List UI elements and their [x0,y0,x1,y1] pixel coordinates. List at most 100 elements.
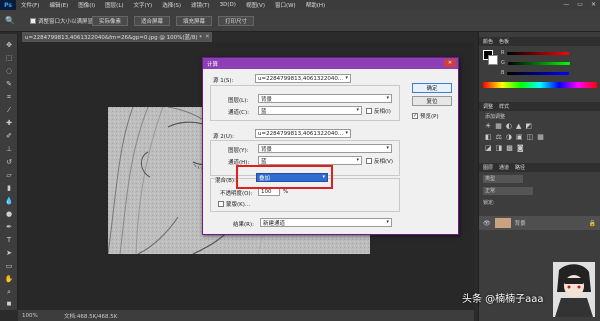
background-color-swatch[interactable] [488,55,498,65]
hand-tool-icon[interactable]: ✋ [4,274,14,284]
restore-button[interactable]: ▭ [577,1,583,8]
lasso-tool-icon[interactable]: ◌ [4,66,14,76]
document-tab[interactable]: u=2284799813,4061322040&fm=26&gp=0.jpg @… [22,32,212,42]
menu-file[interactable]: 文件(F) [16,1,44,9]
eraser-tool-icon[interactable]: ▱ [4,170,14,180]
tab-layers[interactable]: 图层 [483,164,493,171]
g-slider-track[interactable] [507,61,570,65]
layers-panel-header: 图层 通道 路径 [479,163,600,172]
zoom-level[interactable]: 100% [18,313,58,319]
source1-channel-select[interactable]: 蓝 ▾ [258,106,362,115]
source1-label: 源 1(S): [213,78,234,84]
tab-paths[interactable]: 路径 [515,164,525,171]
color-slider-g[interactable]: G [501,60,570,66]
color-spectrum-bar[interactable] [483,82,597,88]
resize-windows-option[interactable]: 调整窗口大小以满屏显示 [30,17,99,25]
gradient-tool-icon[interactable]: ▮ [4,183,14,193]
watermark-text: 头条 @楠楠子aaa [462,294,544,305]
chevron-down-icon: ▾ [386,145,389,151]
dialog-close-icon[interactable]: ✕ [444,59,456,67]
menu-filter[interactable]: 滤镜(T) [186,1,215,9]
dodge-tool-icon[interactable]: ● [4,209,14,219]
adjustment-icons-row-2[interactable]: ◧⚖◑▣◫▦ [485,133,548,141]
color-swatch-icon[interactable]: ■ [4,300,14,310]
reset-button[interactable]: 复位 [412,96,452,106]
source1-layer-select[interactable]: 背景 ▾ [258,94,392,103]
result-value: 新建通道 [263,220,286,227]
eyedropper-tool-icon[interactable]: ⁄ [4,105,14,115]
source1-invert-checkbox[interactable]: 反相(I) [366,107,391,115]
actual-pixels-button[interactable]: 实际像素 [92,16,128,26]
layer-kind-filter[interactable]: 类型 [483,175,523,183]
preview-checkbox[interactable]: ✓ 预览(P) [412,112,439,120]
menu-image[interactable]: 图像(I) [73,1,100,9]
menu-view[interactable]: 视图(V) [241,1,270,9]
fill-screen-button[interactable]: 填充屏幕 [176,16,212,26]
preview-check-icon[interactable]: ✓ [412,113,418,119]
healing-brush-icon[interactable]: ✚ [4,118,14,128]
color-slider-b[interactable]: B [501,70,570,76]
tab-adjustments[interactable]: 调整 [483,103,493,110]
brush-tool-icon[interactable]: ✐ [4,131,14,141]
shape-tool-icon[interactable]: ▭ [4,261,14,271]
adjustment-icons-row-1[interactable]: ☀▦◐▲◩ [485,122,536,130]
resize-windows-checkbox[interactable] [30,18,36,24]
ok-button[interactable]: 确定 [412,83,452,93]
clone-stamp-icon[interactable]: ⊥ [4,144,14,154]
zoom-tool-icon[interactable]: 🔍 [5,16,19,26]
source2-layer-select[interactable]: 背景 ▾ [258,144,392,153]
tab-swatches[interactable]: 色板 [499,38,509,45]
menu-window[interactable]: 窗口(W) [270,1,301,9]
source2-invert-checkbox[interactable]: 反相(V) [366,157,393,165]
adjustment-icons-row-3[interactable]: ◪◨▩◙ [485,144,528,152]
blur-tool-icon[interactable]: 💧 [4,196,14,206]
tab-channels[interactable]: 通道 [499,164,509,171]
type-tool-icon[interactable]: T [4,235,14,245]
menu-layer[interactable]: 图层(L) [100,1,128,9]
opacity-label: 不透明度(O): [220,191,253,197]
source2-invert-box[interactable] [366,158,372,164]
menu-select[interactable]: 选择(S) [157,1,186,9]
photoshop-logo: Ps [0,0,16,10]
dialog-title: 计算 [203,58,458,69]
color-b-label: B [501,70,505,76]
source1-channel-label: 通道(C): [228,110,249,116]
highlight-annotation [236,165,333,189]
mask-box[interactable] [218,201,224,207]
lock-label: 锁定: [483,200,495,206]
marquee-tool-icon[interactable]: ⬚ [4,53,14,63]
pen-tool-icon[interactable]: ✒ [4,222,14,232]
source2-layer-value: 背景 [261,146,273,153]
source2-select[interactable]: u=2284799813,4061322040... ▾ [255,129,351,138]
crop-tool-icon[interactable]: ⌗ [4,92,14,102]
quick-select-tool-icon[interactable]: ✎ [4,79,14,89]
minimize-button[interactable]: — [563,1,569,8]
blending-label: 混合(B): [215,178,236,184]
blend-mode-select[interactable]: 正常 [483,187,533,195]
color-slider-r[interactable]: R [501,50,570,56]
close-button[interactable]: ✕ [591,1,596,8]
mask-checkbox[interactable]: 蒙版(K)... [218,200,250,208]
source2-value: u=2284799813,4061322040... [258,130,344,137]
print-size-button[interactable]: 打印尺寸 [218,16,254,26]
menu-help[interactable]: 帮助(H) [301,1,330,9]
b-slider-track[interactable] [507,71,570,75]
tab-styles[interactable]: 样式 [499,103,509,110]
zoom-tool-icon[interactable]: ⌕ [4,287,14,297]
menu-type[interactable]: 文字(Y) [129,1,158,9]
history-brush-icon[interactable]: ↺ [4,157,14,167]
close-icon[interactable]: ✕ [205,34,210,40]
menu-3d[interactable]: 3D(D) [215,2,241,8]
layer-row-background[interactable]: 👁 背景 🔒 [479,216,600,230]
menu-edit[interactable]: 编辑(E) [44,1,73,9]
source1-select[interactable]: u=2284799813,4061322040... ▾ [255,74,351,83]
tab-color[interactable]: 颜色 [483,38,493,45]
visibility-eye-icon[interactable]: 👁 [483,220,491,227]
result-select[interactable]: 新建通道 ▾ [260,218,392,227]
path-select-icon[interactable]: ➤ [4,248,14,258]
source2-channel-select[interactable]: 蓝 ▾ [258,156,362,165]
move-tool-icon[interactable]: ✥ [4,40,14,50]
source1-invert-box[interactable] [366,108,372,114]
fit-screen-button[interactable]: 适合屏幕 [134,16,170,26]
r-slider-track[interactable] [507,51,570,55]
